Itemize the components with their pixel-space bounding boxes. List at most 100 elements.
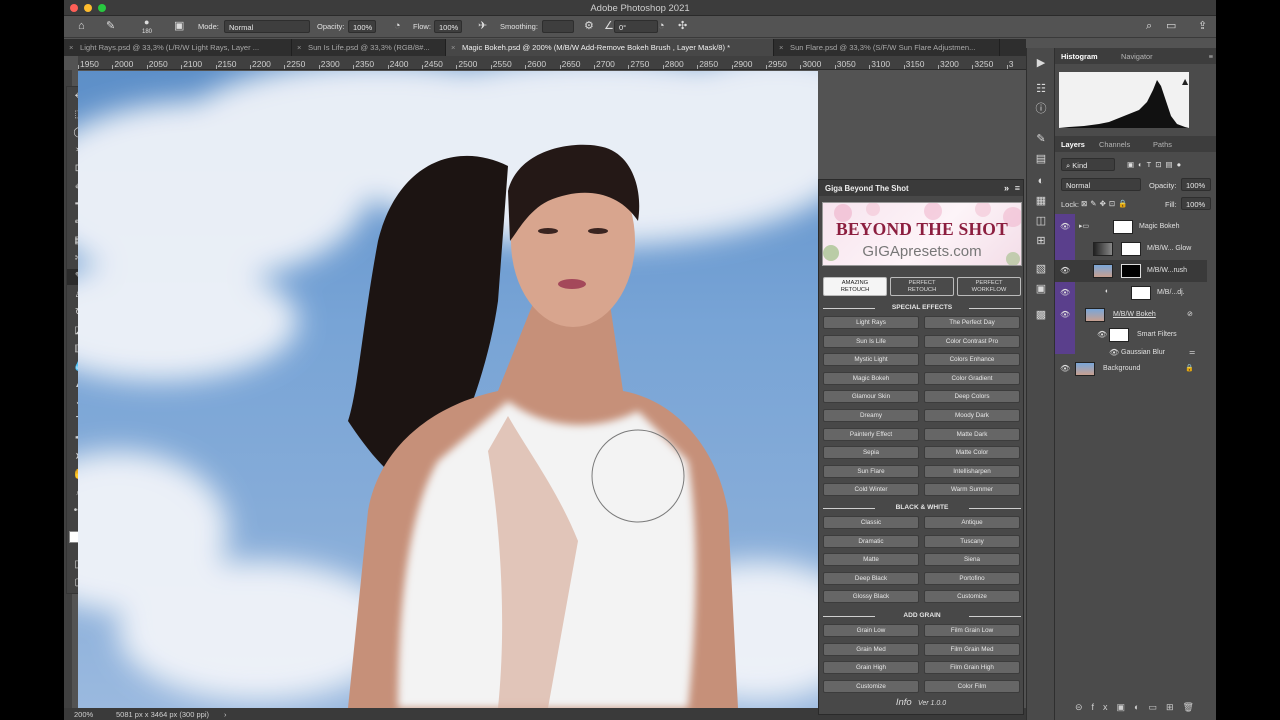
tab-amazing-retouch[interactable]: AMAZING RETOUCH [823,277,887,296]
eye-icon[interactable]: 👁 [1097,330,1107,339]
brush-settings-panel-icon[interactable]: ▤ [1034,152,1048,166]
effect-button-grain-low[interactable]: Grain Low [823,624,919,637]
share-icon[interactable]: ⇪ [1198,21,1207,32]
effect-button-glossy-black[interactable]: Glossy Black [823,590,919,604]
effect-button-film-grain-high[interactable]: Film Grain High [924,661,1020,675]
airbrush-icon[interactable]: ✈ [478,21,487,32]
tab-light-rays[interactable]: × Light Rays.psd @ 33,3% (L/R/W Light Ray… [64,39,292,56]
effect-button-color-film[interactable]: Color Film [924,679,1020,693]
tab-histogram[interactable]: Histogram [1061,52,1098,61]
eye-icon[interactable]: 👁 [1109,348,1119,357]
collapse-panel-icon[interactable]: » [1004,183,1009,193]
effect-button-sun-flare[interactable]: Sun Flare [823,464,919,478]
mode-select[interactable]: Normal [224,20,310,33]
info-link[interactable]: Info [896,697,912,708]
eye-icon[interactable]: 👁 [1060,266,1070,275]
pressure-opacity-icon[interactable]: ◔ [394,21,401,32]
effect-button-siena[interactable]: Siena [924,553,1020,567]
brush-panel-icon[interactable]: ✎ [1034,132,1048,146]
properties-icon[interactable]: ▧ [1034,262,1048,276]
document-canvas[interactable] [78,71,818,708]
layer-bokeh-smart-object[interactable]: 👁 M/B/W Bokeh ⊘ [1055,304,1207,326]
patterns-icon[interactable]: ⊞ [1034,234,1048,248]
effect-button-moody-dark[interactable]: Moody Dark [924,409,1020,422]
zoom-level[interactable]: 200% [74,710,93,719]
effect-button-mystic-light[interactable]: Mystic Light [823,353,919,367]
tab-sun-is-life[interactable]: × Sun Is Life.psd @ 33,3% (RGB/8#... [292,39,446,56]
close-tab-icon[interactable]: × [451,43,455,52]
opacity-input[interactable]: 100% [348,20,376,33]
smart-filter-icon[interactable]: ⊘ [1187,310,1193,318]
effect-button-matte-color[interactable]: Matte Color [924,446,1020,460]
layer-filter-icons[interactable]: ▣◐T⊡▤● [1127,160,1185,169]
pressure-size-icon[interactable]: ◔ [658,21,665,32]
layer-brush[interactable]: 👁 M/B/W...rush [1055,260,1207,282]
tab-navigator[interactable]: Navigator [1121,52,1153,61]
eye-icon[interactable]: 👁 [1060,222,1070,231]
effect-button-dramatic[interactable]: Dramatic [823,534,919,548]
angle-input[interactable]: 0° [614,20,658,33]
effect-button-cold-winter[interactable]: Cold Winter [823,483,919,497]
effect-button-antique[interactable]: Antique [924,516,1020,529]
effect-button-grain-med[interactable]: Grain Med [823,642,919,656]
eye-icon[interactable]: 👁 [1060,310,1070,319]
effect-button-deep-black[interactable]: Deep Black [823,571,919,585]
effect-button-color-contrast-pro[interactable]: Color Contrast Pro [924,334,1020,348]
color-icon[interactable]: ◐ [1034,174,1048,188]
adjustments-icon[interactable]: ☷ [1034,82,1048,96]
brush-settings-icon[interactable]: ▣ [174,21,184,32]
effect-button-customize[interactable]: Customize [924,590,1020,604]
effect-button-color-gradient[interactable]: Color Gradient [924,371,1020,385]
libraries-icon[interactable]: ▣ [1034,282,1048,296]
panel-menu-icon[interactable]: ≡ [1015,183,1020,193]
plugin-panel-icon[interactable]: ▩ [1034,308,1048,322]
home-icon[interactable]: ⌂ [78,21,85,32]
effect-button-sepia[interactable]: Sepia [823,446,919,460]
filter-options-icon[interactable]: ⚌ [1189,348,1195,356]
effect-button-magic-bokeh[interactable]: Magic Bokeh [823,371,919,385]
blend-mode-select[interactable]: Normal [1061,178,1141,191]
layer-adjustment[interactable]: 👁 ◐ M/B/...dj. [1055,282,1207,304]
effect-button-intellisharpen[interactable]: Intellisharpen [924,464,1020,478]
fill-input[interactable]: 100% [1181,197,1211,210]
layer-opacity-input[interactable]: 100% [1181,178,1211,191]
swatches-icon[interactable]: ▦ [1034,194,1048,208]
close-tab-icon[interactable]: × [69,43,73,52]
tab-perfect-retouch[interactable]: PERFECT RETOUCH [890,277,954,296]
effect-button-portofino[interactable]: Portofino [924,571,1020,585]
brush-preset-icon[interactable]: ● [144,17,149,28]
filter-kind-select[interactable]: ⌕ Kind [1061,158,1115,171]
eye-icon[interactable]: 👁 [1060,288,1070,297]
effect-button-light-rays[interactable]: Light Rays [823,316,919,329]
brush-tool-icon[interactable]: ✎ [106,21,115,32]
search-icon[interactable]: ⌕ [1146,21,1152,32]
eye-icon[interactable]: 👁 [1060,364,1070,373]
close-tab-icon[interactable]: × [779,43,783,52]
effect-button-tuscany[interactable]: Tuscany [924,534,1020,548]
status-chevron-icon[interactable]: › [224,710,227,719]
layer-background[interactable]: 👁 Background 🔒 [1055,358,1207,380]
lock-icons[interactable]: ⊠✎✥⊡🔒 [1081,199,1130,208]
effect-button-classic[interactable]: Classic [823,516,919,529]
effect-button-colors-enhance[interactable]: Colors Enhance [924,353,1020,367]
layer-glow[interactable]: M/B/W... Glow [1055,238,1207,260]
effect-button-sun-is-life[interactable]: Sun Is Life [823,334,919,348]
effect-button-painterly-effect[interactable]: Painterly Effect [823,427,919,441]
workspace-icon[interactable]: ▭ [1166,21,1176,32]
play-action-icon[interactable]: ▶ [1034,56,1048,70]
gear-icon[interactable]: ⚙ [584,21,594,32]
effect-button-grain-high[interactable]: Grain High [823,661,919,675]
effect-button-matte[interactable]: Matte [823,553,919,567]
tab-layers[interactable]: Layers [1061,140,1085,149]
effect-button-film-grain-low[interactable]: Film Grain Low [924,624,1020,637]
effect-button-dreamy[interactable]: Dreamy [823,409,919,422]
close-tab-icon[interactable]: × [297,43,301,52]
effect-button-film-grain-med[interactable]: Film Grain Med [924,642,1020,656]
tab-magic-bokeh[interactable]: × Magic Bokeh.psd @ 200% (M/B/W Add-Remov… [446,39,774,56]
gradients-icon[interactable]: ◫ [1034,214,1048,228]
tab-paths[interactable]: Paths [1153,140,1172,149]
tab-perfect-workflow[interactable]: PERFECT WORKFLOW [957,277,1021,296]
symmetry-icon[interactable]: ✣ [678,21,687,32]
smoothing-input[interactable] [542,20,574,33]
panel-menu-icon[interactable]: ≡ [1209,52,1213,61]
